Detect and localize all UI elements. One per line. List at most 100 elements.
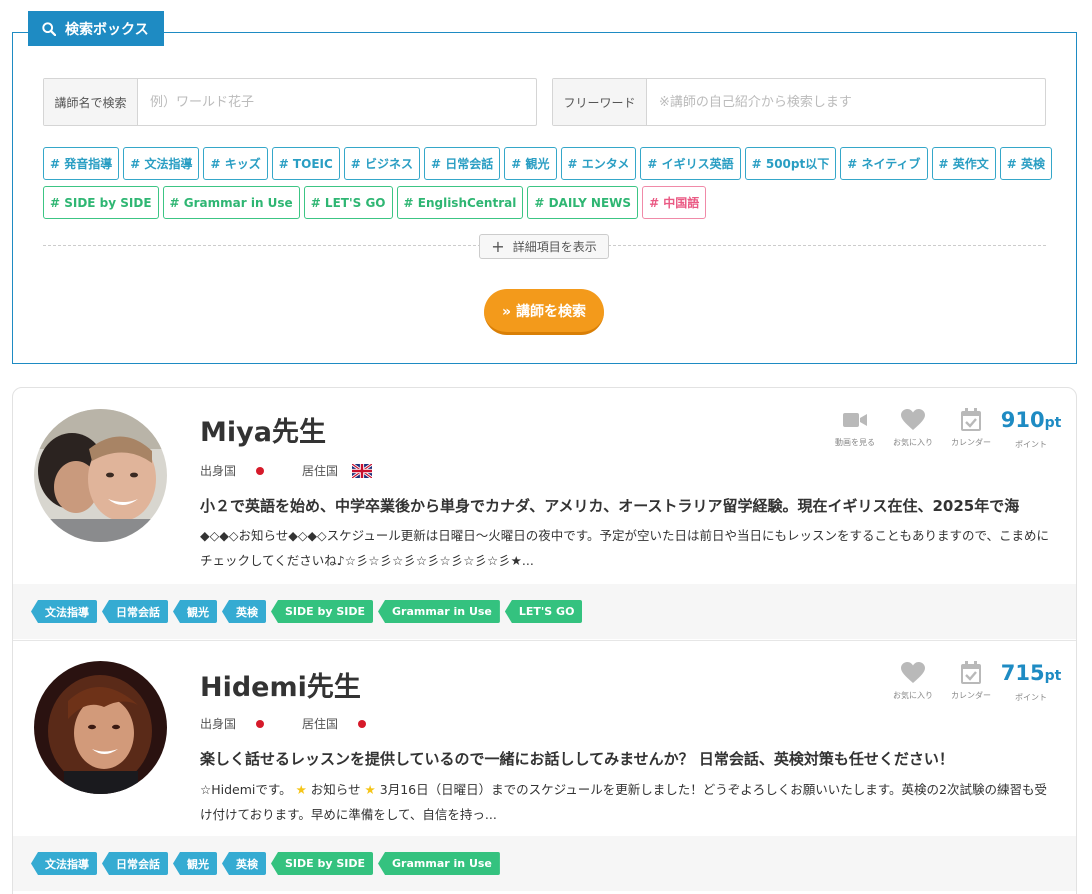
search-tag[interactable]: # EnglishCentral (396, 186, 524, 219)
uk-flag-icon (351, 462, 373, 479)
search-tag[interactable]: # 日常会話 (424, 147, 501, 180)
search-tag[interactable]: # 500pt以下 (744, 147, 837, 180)
search-tag[interactable]: # DAILY NEWS (527, 186, 639, 219)
teacher-card: Hidemi先生 出身国 居住国 楽しく話せるレッスンを提供しているので一緒にお… (13, 640, 1076, 894)
show-details-label: 詳細項目を表示 (512, 240, 597, 254)
search-tag[interactable]: # SIDE by SIDE (43, 186, 159, 219)
free-word-field: フリーワード (552, 78, 1046, 126)
favorite-label: お気に入り (893, 438, 933, 447)
teacher-photo (34, 661, 167, 794)
teacher-list: Miya先生 出身国 居住国 小２で英語を始め、中学卒業後から単身でカナダ、アメ… (12, 387, 1077, 894)
teacher-tag[interactable]: 文法指導 (31, 852, 97, 875)
intro-text: お知らせ (310, 782, 361, 797)
teacher-tag[interactable]: 英検 (222, 600, 266, 623)
teacher-avatar[interactable] (34, 661, 167, 794)
points-value: 910 (1000, 408, 1045, 432)
origin-label: 出身国 (200, 717, 237, 731)
teacher-name-label: 講師名で検索 (44, 79, 138, 125)
search-tag[interactable]: # 英検 (999, 147, 1052, 180)
teacher-actions: 動画を見る お気に入り カレンダー 910pt ポイント (826, 408, 1062, 450)
search-tag[interactable]: # 英作文 (931, 147, 996, 180)
search-box-title-text: 検索ボックス (65, 21, 149, 38)
search-teachers-button[interactable]: » 講師を検索 (484, 289, 604, 335)
favorite-button[interactable]: お気に入り (884, 408, 942, 448)
teacher-introduction: ☆Hidemiです。 ★ お知らせ ★ 3月16日（日曜日）までのスケジュールを… (200, 777, 1050, 827)
origin-label: 出身国 (200, 464, 237, 478)
search-tag[interactable]: # エンタメ (560, 147, 637, 180)
teacher-tag[interactable]: 日常会話 (102, 600, 168, 623)
watch-video-button[interactable]: 動画を見る (826, 408, 884, 448)
teacher-photo (34, 409, 167, 542)
teacher-avatar[interactable] (34, 409, 167, 542)
japan-flag-icon (250, 463, 271, 478)
search-tag[interactable]: # 観光 (504, 147, 557, 180)
search-tag[interactable]: # TOEIC (271, 147, 340, 180)
teacher-catchphrase: 小２で英語を始め、中学卒業後から単身でカナダ、アメリカ、オーストラリア留学経験。… (200, 497, 1020, 515)
teacher-tag[interactable]: 日常会話 (102, 852, 168, 875)
search-tag[interactable]: # ネイティブ (840, 147, 928, 180)
teacher-points: 910pt ポイント (1000, 408, 1062, 450)
teacher-points: 715pt ポイント (1000, 661, 1062, 703)
search-tag[interactable]: # 発音指導 (43, 147, 120, 180)
calendar-label: カレンダー (951, 438, 991, 447)
video-camera-icon (843, 413, 867, 427)
search-icon (42, 21, 56, 36)
plus-icon: + (491, 236, 505, 256)
teacher-tag[interactable]: LET'S GO (504, 600, 583, 623)
calendar-button[interactable]: カレンダー (942, 408, 1000, 448)
teacher-tag[interactable]: SIDE by SIDE (271, 852, 374, 875)
teacher-catchphrase: 楽しく話せるレッスンを提供しているので一緒にお話ししてみませんか？ 日常会話、英… (200, 750, 954, 768)
search-box: 講師名で検索 フリーワード # 発音指導 # 文法指導 # キッズ # TOEI… (12, 32, 1077, 364)
search-tag[interactable]: # LET'S GO (303, 186, 393, 219)
search-tag[interactable]: # キッズ (203, 147, 268, 180)
points-label: ポイント (1015, 693, 1047, 702)
teacher-introduction: ◆◇◆◇お知らせ◆◇◆◇スケジュール更新は日曜日〜火曜日の夜中です。予定が空いた… (200, 528, 1050, 568)
teacher-card: Miya先生 出身国 居住国 小２で英語を始め、中学卒業後から単身でカナダ、アメ… (13, 388, 1076, 640)
teacher-countries: 出身国 居住国 (200, 715, 404, 732)
teacher-tags: 文法指導 日常会話 観光 英検 SIDE by SIDE Grammar in … (13, 836, 1076, 891)
points-unit: pt (1044, 415, 1062, 431)
search-box-title: 検索ボックス (28, 11, 164, 46)
show-details-button[interactable]: + 詳細項目を表示 (479, 234, 609, 259)
star-icon: ★ (295, 782, 307, 797)
search-tag[interactable]: # Grammar in Use (162, 186, 300, 219)
teacher-tag[interactable]: 文法指導 (31, 600, 97, 623)
watch-video-label: 動画を見る (835, 438, 875, 447)
search-tag[interactable]: # 文法指導 (123, 147, 200, 180)
search-tag[interactable]: # ビジネス (343, 147, 421, 180)
residence-label: 居住国 (302, 464, 339, 478)
japan-flag-icon (352, 716, 373, 731)
calendar-check-icon (961, 408, 981, 431)
calendar-button[interactable]: カレンダー (942, 661, 1000, 701)
points-unit: pt (1044, 668, 1062, 684)
search-tags-row-2: # SIDE by SIDE # Grammar in Use # LET'S … (43, 186, 707, 219)
teacher-tag[interactable]: SIDE by SIDE (271, 600, 374, 623)
heart-icon (901, 409, 925, 430)
teacher-tag[interactable]: 観光 (173, 852, 217, 875)
teacher-actions: お気に入り カレンダー 715pt ポイント (884, 661, 1062, 703)
teacher-tag[interactable]: Grammar in Use (378, 852, 500, 875)
teacher-name[interactable]: Hidemi先生 (200, 665, 361, 704)
teacher-tag[interactable]: Grammar in Use (378, 600, 500, 623)
teacher-tag[interactable]: 観光 (173, 600, 217, 623)
star-icon: ★ (364, 782, 376, 797)
favorite-button[interactable]: お気に入り (884, 661, 942, 701)
points-value: 715 (1000, 661, 1045, 685)
teacher-name-input[interactable] (138, 79, 536, 125)
favorite-label: お気に入り (893, 691, 933, 700)
free-word-input[interactable] (647, 79, 1045, 125)
teacher-name[interactable]: Miya先生 (200, 410, 326, 449)
intro-text: ☆Hidemiです。 (200, 782, 292, 797)
japan-flag-icon (250, 716, 271, 731)
search-tags-row-1: # 発音指導 # 文法指導 # キッズ # TOEIC # ビジネス # 日常会… (43, 147, 1052, 180)
search-tag[interactable]: # 中国語 (642, 186, 707, 219)
teacher-tag[interactable]: 英検 (222, 852, 266, 875)
teacher-name-field: 講師名で検索 (43, 78, 537, 126)
search-tag[interactable]: # イギリス英語 (640, 147, 741, 180)
heart-icon (901, 662, 925, 683)
points-label: ポイント (1015, 440, 1047, 449)
calendar-check-icon (961, 661, 981, 684)
calendar-label: カレンダー (951, 691, 991, 700)
teacher-tags: 文法指導 日常会話 観光 英検 SIDE by SIDE Grammar in … (13, 584, 1076, 639)
teacher-countries: 出身国 居住国 (200, 462, 404, 479)
